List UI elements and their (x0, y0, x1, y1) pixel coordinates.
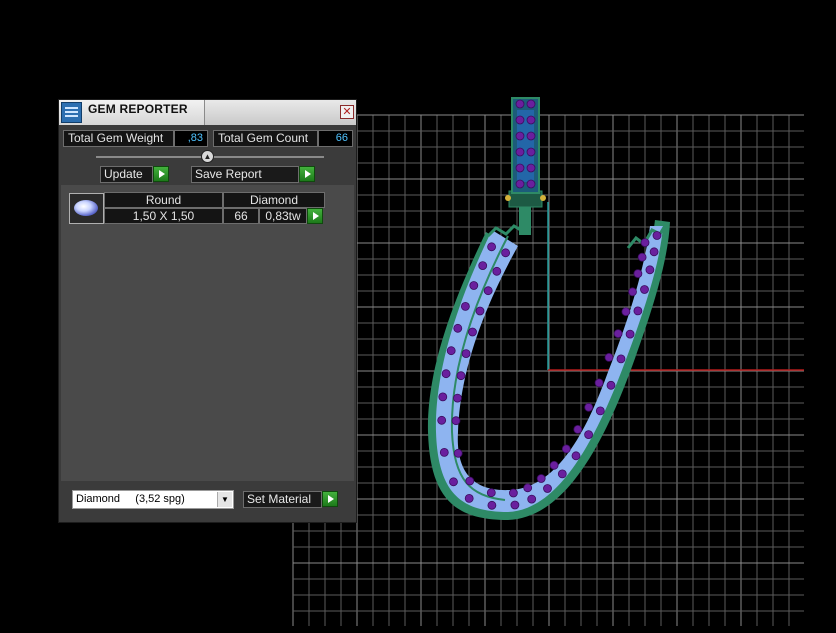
gem-stone (549, 460, 559, 470)
gem-stone (492, 266, 502, 276)
collapse-arrow-icon[interactable]: ▲ (201, 150, 214, 163)
gem-stone (460, 301, 470, 311)
gem-stone (515, 99, 525, 109)
gem-stone (468, 327, 477, 337)
bail-pin-right (540, 195, 546, 201)
gem-stone (515, 115, 525, 125)
gem-stone (439, 447, 449, 457)
gem-shape-header: Round (104, 192, 223, 208)
material-select[interactable]: Diamond (3,52 spg) ▼ (72, 490, 234, 509)
save-report-button[interactable]: Save Report (191, 166, 299, 183)
gem-stone (456, 371, 466, 381)
gem-stone (527, 494, 537, 504)
gem-stone (637, 252, 647, 262)
gem-stone (633, 269, 643, 279)
total-gem-weight-label: Total Gem Weight (63, 130, 174, 147)
gem-stone (486, 488, 496, 498)
gem-list-area: Round Diamond 1,50 X 1,50 66 0,83tw (61, 185, 354, 481)
gem-stone (510, 500, 520, 510)
gem-size-cell: 1,50 X 1,50 (104, 208, 223, 224)
gem-stone (515, 147, 525, 157)
gem-stone (649, 247, 659, 257)
gem-weight-cell: 0,83tw (259, 208, 307, 224)
gem-stone (584, 430, 593, 440)
round-gem-icon (69, 193, 104, 224)
total-gem-weight-value: ,83 (174, 130, 208, 147)
total-gem-count-label: Total Gem Count (213, 130, 318, 147)
gem-stone (526, 99, 536, 109)
gem-stone (594, 378, 604, 388)
gem-stone (465, 476, 475, 486)
gem-stone (561, 444, 571, 454)
gem-stone (536, 474, 546, 483)
gem-stone (628, 287, 637, 297)
gem-stone (640, 238, 650, 248)
total-gem-count-value: 66 (318, 130, 353, 147)
gem-stone (487, 500, 497, 510)
gem-stone (621, 307, 631, 317)
save-report-play-icon[interactable] (299, 166, 315, 182)
gem-row-play-icon[interactable] (307, 208, 323, 224)
update-button[interactable]: Update (100, 166, 153, 183)
gem-stone (475, 306, 485, 316)
gem-stone (625, 329, 635, 339)
gem-stone (606, 380, 616, 390)
gem-stone (449, 477, 458, 487)
gem-stone (526, 179, 536, 189)
gem-stone (573, 424, 583, 434)
chevron-down-icon[interactable]: ▼ (217, 492, 232, 507)
gem-stone (446, 346, 456, 356)
gem-stone (469, 281, 479, 290)
gem-stone (487, 242, 497, 252)
gem-material-header: Diamond (223, 192, 325, 208)
gem-stone (652, 231, 662, 240)
gem-stone (461, 349, 471, 359)
gem-stone (616, 354, 626, 364)
gem-stone (584, 402, 594, 412)
gem-stone (526, 163, 536, 173)
gem-stone (640, 285, 649, 294)
gem-stone (645, 265, 655, 275)
set-material-play-icon[interactable] (322, 491, 338, 507)
material-select-value: Diamond (3,52 spg) (76, 493, 185, 505)
gem-stone (441, 369, 451, 379)
gem-stone (613, 329, 623, 339)
gem-count-cell: 66 (223, 208, 259, 224)
set-material-button[interactable]: Set Material (243, 491, 322, 508)
gem-stone (501, 248, 511, 258)
panel-title: GEM REPORTER (88, 102, 188, 116)
gem-stone (453, 448, 463, 458)
gem-stone (438, 392, 448, 402)
bail-pin-left (505, 195, 511, 201)
panel-title-tab: GEM REPORTER (59, 100, 205, 125)
gem-stone (478, 261, 488, 271)
gem-stone (526, 131, 536, 141)
gem-stone (604, 352, 614, 362)
gem-stone (509, 488, 518, 498)
gem-stone (515, 179, 525, 189)
gem-stone (453, 393, 462, 403)
gem-stone (595, 406, 605, 416)
update-play-icon[interactable] (153, 166, 169, 182)
gem-stone (633, 306, 643, 316)
gem-stone (483, 286, 493, 296)
gem-reporter-icon (61, 102, 82, 123)
panel-titlebar[interactable]: GEM REPORTER ✕ (59, 100, 356, 125)
gem-stone (464, 493, 474, 503)
close-icon[interactable]: ✕ (340, 105, 354, 119)
gem-stone (526, 147, 536, 157)
bail-neck (519, 205, 531, 235)
gem-stone (515, 131, 525, 141)
gem-stone (453, 323, 463, 333)
gem-reporter-panel: GEM REPORTER ✕ Total Gem Weight ,83 Tota… (58, 99, 357, 523)
gem-stone (571, 451, 581, 461)
gem-stone (557, 469, 567, 479)
gem-stone (543, 484, 552, 493)
gem-stone (526, 115, 536, 125)
gem-stone (451, 416, 461, 426)
gem-stone (515, 163, 525, 173)
gem-stone (437, 415, 447, 425)
gem-stone (523, 483, 533, 493)
